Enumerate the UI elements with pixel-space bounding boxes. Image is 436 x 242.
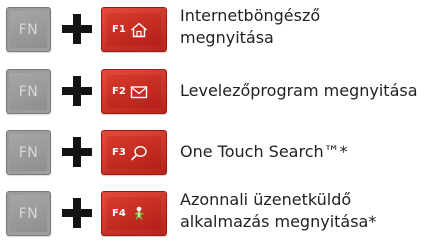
f1-key-label: F1 xyxy=(112,24,126,35)
f3-key-label: F3 xyxy=(112,147,126,158)
description-line: Azonnali üzenetküldő xyxy=(180,190,352,209)
keyboard-shortcut-list: FN F1 Internetböngésző megnyitása FN F2 … xyxy=(0,0,436,242)
plus-icon xyxy=(62,14,92,44)
shortcut-description: Levelezőprogram megnyitása xyxy=(180,80,430,102)
f4-key: F4 xyxy=(101,191,167,236)
fn-key-label: FN xyxy=(11,196,46,231)
f2-key-label: F2 xyxy=(112,86,126,97)
f1-key: F1 xyxy=(101,7,167,52)
description-line: Levelezőprogram megnyitása xyxy=(180,81,418,100)
fn-key: FN xyxy=(6,69,51,114)
description-line: Internetböngésző xyxy=(180,6,321,25)
fn-key: FN xyxy=(6,130,51,175)
f3-key: F3 xyxy=(101,130,167,175)
plus-icon xyxy=(62,198,92,228)
description-line: alkalmazás megnyitása* xyxy=(180,212,377,231)
description-line: One Touch Search™* xyxy=(180,142,348,161)
shortcut-row-f1: FN F1 Internetböngésző megnyitása xyxy=(0,4,436,56)
fn-key-label: FN xyxy=(11,135,46,170)
shortcut-description: Internetböngésző megnyitása xyxy=(180,5,430,49)
search-icon xyxy=(130,145,147,160)
shortcut-row-f3: FN F3 One Touch Search™* xyxy=(0,127,436,179)
home-icon xyxy=(130,22,147,37)
f2-key: F2 xyxy=(101,69,167,114)
shortcut-description: One Touch Search™* xyxy=(180,141,430,163)
description-line: megnyitása xyxy=(180,28,274,47)
fn-key: FN xyxy=(6,7,51,52)
shortcut-row-f2: FN F2 Levelezőprogram megnyitása xyxy=(0,66,436,118)
plus-icon xyxy=(62,137,92,167)
envelope-icon xyxy=(130,85,147,98)
fn-key-label: FN xyxy=(11,12,46,47)
fn-key: FN xyxy=(6,191,51,236)
shortcut-description: Azonnali üzenetküldő alkalmazás megnyitá… xyxy=(180,189,430,233)
shortcut-row-f4: FN F4 Azonnali üzenetküldő alkalmazás me… xyxy=(0,188,436,240)
f4-key-label: F4 xyxy=(112,208,126,219)
fn-key-label: FN xyxy=(11,74,46,109)
plus-icon xyxy=(62,76,92,106)
messenger-icon xyxy=(133,206,144,220)
